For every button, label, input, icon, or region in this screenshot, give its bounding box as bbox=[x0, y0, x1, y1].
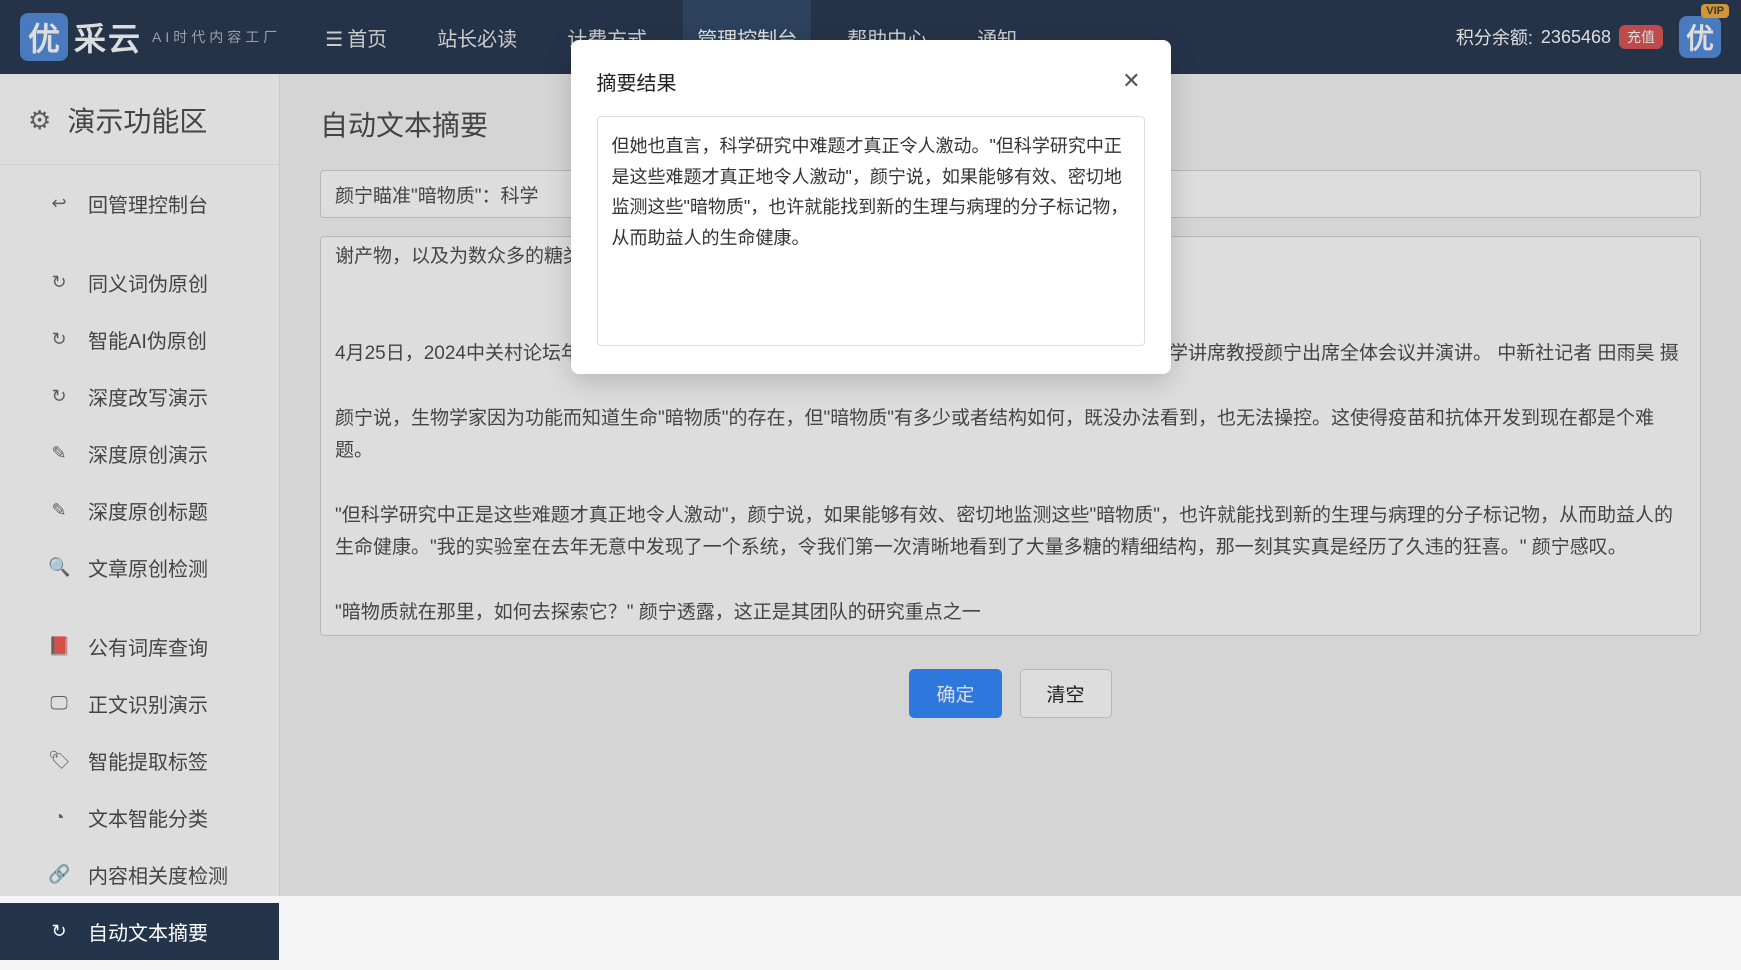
sidebar-item-label: 自动文本摘要 bbox=[88, 917, 208, 946]
summary-modal: 摘要结果 ✕ 但她也直言，科学研究中难题才真正令人激动。"但科学研究中正是这些难… bbox=[571, 40, 1171, 374]
modal-overlay[interactable]: 摘要结果 ✕ 但她也直言，科学研究中难题才真正令人激动。"但科学研究中正是这些难… bbox=[0, 0, 1741, 896]
modal-header: 摘要结果 ✕ bbox=[597, 64, 1145, 98]
sidebar-item-auto-summary[interactable]: ↻ 自动文本摘要 bbox=[0, 903, 279, 960]
refresh-icon: ↻ bbox=[48, 921, 70, 942]
modal-title: 摘要结果 bbox=[597, 67, 677, 96]
close-icon[interactable]: ✕ bbox=[1118, 64, 1144, 98]
modal-body[interactable]: 但她也直言，科学研究中难题才真正令人激动。"但科学研究中正是这些难题才真正地令人… bbox=[597, 116, 1145, 346]
